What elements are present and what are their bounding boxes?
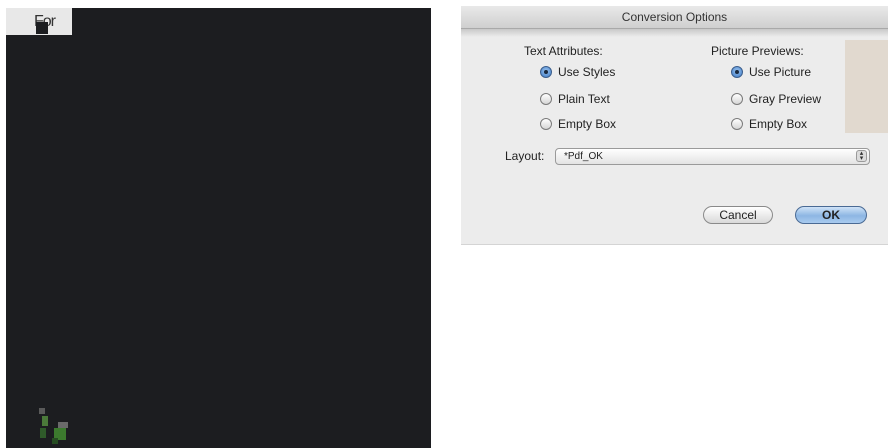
- radio-unchecked-icon: [731, 118, 743, 130]
- dialog-title: Conversion Options: [621, 10, 728, 24]
- radio-empty-box-text[interactable]: Empty Box: [540, 117, 616, 131]
- text-attributes-heading: Text Attributes:: [524, 44, 603, 58]
- radio-gray-preview[interactable]: Gray Preview: [731, 92, 821, 106]
- radio-unchecked-icon: [731, 93, 743, 105]
- radio-label: Use Picture: [749, 65, 812, 79]
- radio-plain-text[interactable]: Plain Text: [540, 92, 610, 106]
- pixel-glyph-icon: [36, 404, 76, 448]
- cancel-button[interactable]: Cancel: [703, 206, 773, 224]
- corner-glyph-icon: [36, 22, 48, 34]
- radio-label: Empty Box: [749, 117, 808, 131]
- radio-use-styles[interactable]: Use Styles: [540, 65, 615, 79]
- layout-select[interactable]: *Pdf_OK ▴ ▾: [555, 148, 870, 165]
- updown-arrows-icon: ▴ ▾: [856, 150, 867, 162]
- cancel-button-label: Cancel: [719, 208, 757, 222]
- conversion-options-dialog: Conversion Options Text Attributes: Use …: [461, 6, 888, 245]
- titlebar-shadow: [461, 29, 888, 37]
- radio-checked-icon: [540, 66, 552, 78]
- corner-tab[interactable]: For: [6, 8, 72, 35]
- layout-select-value: *Pdf_OK: [564, 151, 603, 162]
- radio-empty-box-picture[interactable]: Empty Box: [731, 117, 807, 131]
- radio-label: Plain Text: [558, 92, 610, 106]
- radio-label: Gray Preview: [749, 92, 822, 106]
- dark-panel: For: [6, 8, 431, 448]
- radio-unchecked-icon: [540, 118, 552, 130]
- radio-unchecked-icon: [540, 93, 552, 105]
- radio-checked-icon: [731, 66, 743, 78]
- radio-use-picture[interactable]: Use Picture: [731, 65, 811, 79]
- ok-button-label: OK: [822, 208, 840, 222]
- radio-label: Use Styles: [558, 65, 616, 79]
- preview-box: [845, 40, 888, 133]
- radio-label: Empty Box: [558, 117, 617, 131]
- picture-previews-heading: Picture Previews:: [711, 44, 804, 58]
- layout-label: Layout:: [505, 149, 545, 163]
- ok-button[interactable]: OK: [795, 206, 867, 224]
- dialog-titlebar[interactable]: Conversion Options: [461, 6, 888, 29]
